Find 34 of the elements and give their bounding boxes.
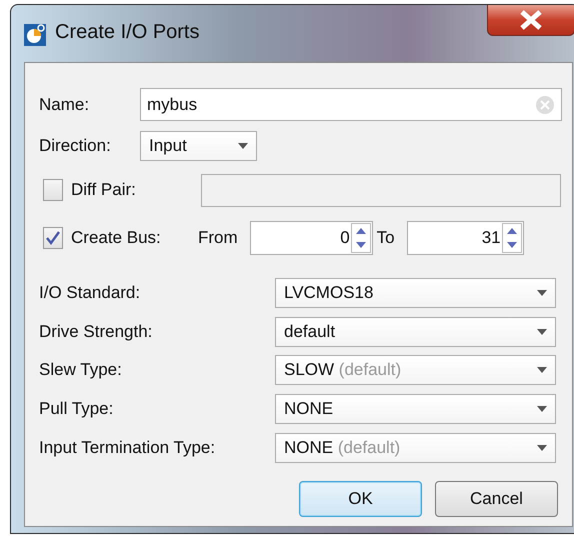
- direction-label: Direction:: [39, 136, 112, 156]
- dropdown-arrow-icon: [537, 290, 547, 296]
- dropdown-arrow-icon: [537, 367, 547, 374]
- dropdown-arrow-icon: [537, 444, 547, 451]
- property-dropdown[interactable]: default: [275, 316, 556, 347]
- cancel-button[interactable]: Cancel: [435, 480, 558, 517]
- create-bus-label: Create Bus:: [71, 228, 162, 248]
- property-dropdown[interactable]: NONE (default): [275, 432, 556, 463]
- to-label: To: [376, 228, 395, 248]
- dropdown-arrow-icon: [537, 406, 547, 412]
- close-icon: [518, 10, 544, 30]
- property-label: Input Termination Type:: [39, 438, 216, 458]
- close-button[interactable]: [487, 5, 574, 36]
- property-dropdown[interactable]: LVCMOS18: [275, 278, 556, 308]
- checkmark-icon: [46, 231, 60, 245]
- property-label: Slew Type:: [39, 360, 123, 380]
- name-label: Name:: [39, 94, 90, 114]
- create-bus-checkbox[interactable]: [43, 227, 63, 249]
- window-title: Create I/O Ports: [55, 21, 200, 44]
- from-spinner[interactable]: 0: [250, 221, 373, 255]
- dropdown-arrow-icon: [238, 143, 248, 149]
- app-icon: [23, 23, 47, 47]
- to-spinner[interactable]: 31: [406, 221, 524, 255]
- property-label: Pull Type:: [39, 399, 114, 420]
- diff-pair-label: Diff Pair:: [71, 180, 137, 200]
- property-label: I/O Standard:: [39, 283, 142, 304]
- property-dropdown[interactable]: SLOW (default): [275, 355, 556, 386]
- name-field[interactable]: mybus: [140, 88, 562, 121]
- property-dropdown[interactable]: NONE: [275, 394, 556, 424]
- property-label: Drive Strength:: [39, 322, 154, 342]
- dropdown-arrow-icon: [537, 328, 547, 335]
- from-label: From: [198, 228, 238, 248]
- ok-button[interactable]: OK: [299, 480, 422, 517]
- direction-dropdown[interactable]: Input: [140, 131, 257, 161]
